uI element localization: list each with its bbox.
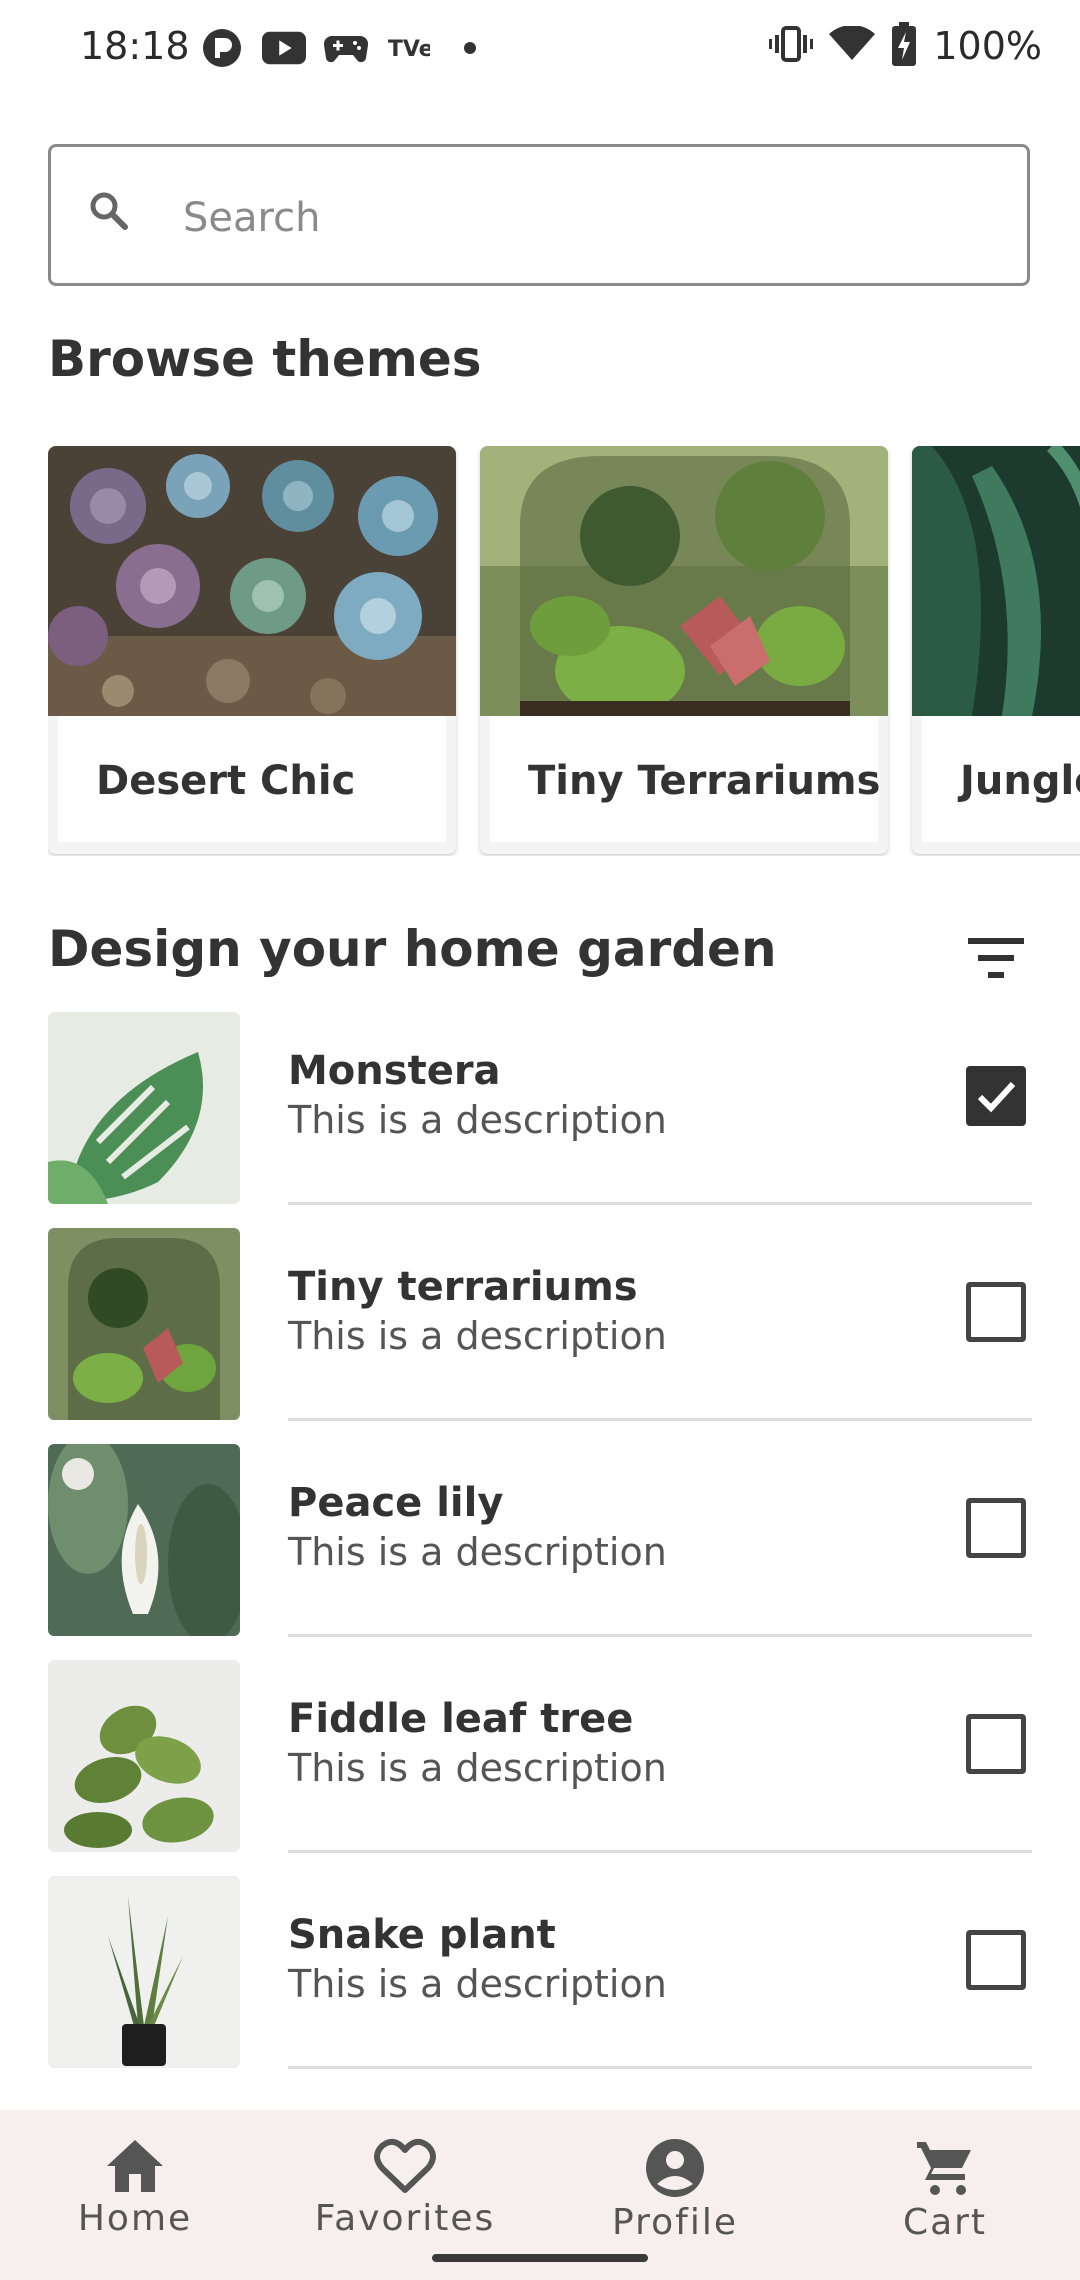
plant-checkbox[interactable] bbox=[966, 1714, 1026, 1774]
plant-checkbox[interactable] bbox=[966, 1066, 1026, 1126]
vibrate-icon bbox=[769, 26, 814, 66]
plant-checkbox[interactable] bbox=[966, 1282, 1026, 1342]
plant-checkbox[interactable] bbox=[966, 1498, 1026, 1558]
plant-name: Peace lily bbox=[288, 1480, 504, 1526]
garden-section-title: Design your home garden bbox=[48, 920, 777, 978]
tiny-terrariums-image bbox=[480, 446, 888, 716]
theme-label-box: Tiny Terrariums bbox=[490, 716, 881, 842]
snake-plant-thumbnail bbox=[48, 1876, 240, 2068]
list-divider bbox=[288, 2066, 1032, 2069]
status-bar: 18:18 TVer 100% bbox=[0, 0, 1080, 96]
tiny-terrariums-thumbnail bbox=[48, 1228, 240, 1420]
themes-carousel[interactable]: Desert Chic Tiny Terrariums Jungl bbox=[48, 446, 1080, 856]
plant-name: Monstera bbox=[288, 1048, 501, 1094]
search-input[interactable] bbox=[181, 181, 985, 255]
plant-description: This is a description bbox=[288, 1098, 667, 1142]
youtube-icon bbox=[262, 26, 306, 70]
gesture-handle[interactable] bbox=[432, 2254, 648, 2262]
list-divider bbox=[288, 1850, 1032, 1853]
nav-home-label: Home bbox=[77, 2198, 193, 2239]
theme-label-box: Desert Chic bbox=[58, 716, 446, 842]
nav-cart-label: Cart bbox=[902, 2202, 988, 2243]
notification-p-icon bbox=[200, 26, 244, 70]
nav-home[interactable]: Home bbox=[0, 2138, 270, 2239]
home-icon bbox=[0, 2138, 270, 2194]
peace-lily-thumbnail bbox=[48, 1444, 240, 1636]
tver-icon: TVer bbox=[386, 26, 430, 70]
plant-name: Tiny terrariums bbox=[288, 1264, 638, 1310]
nav-favorites-label: Favorites bbox=[314, 2198, 496, 2239]
search-bar[interactable] bbox=[48, 144, 1030, 286]
theme-label: Jungle bbox=[960, 758, 1080, 804]
theme-label: Desert Chic bbox=[96, 758, 356, 804]
list-item[interactable]: Monstera This is a description bbox=[0, 1012, 1080, 1228]
list-divider bbox=[288, 1202, 1032, 1205]
plant-description: This is a description bbox=[288, 1746, 667, 1790]
status-time: 18:18 bbox=[80, 24, 190, 68]
theme-card-tiny-terrariums[interactable]: Tiny Terrariums bbox=[480, 446, 888, 854]
theme-label-box: Jungle bbox=[922, 716, 1080, 842]
filter-button[interactable] bbox=[964, 930, 1028, 986]
status-system-icons: 100% bbox=[769, 22, 1042, 70]
battery-percent: 100% bbox=[933, 24, 1042, 68]
plant-checkbox[interactable] bbox=[966, 1930, 1026, 1990]
nav-cart[interactable]: Cart bbox=[810, 2138, 1080, 2243]
list-item[interactable]: Peace lily This is a description bbox=[0, 1444, 1080, 1660]
theme-card-jungle[interactable]: Jungle bbox=[912, 446, 1080, 854]
account-circle-icon bbox=[540, 2138, 810, 2198]
list-divider bbox=[288, 1634, 1032, 1637]
plant-description: This is a description bbox=[288, 1530, 667, 1574]
list-divider bbox=[288, 1418, 1032, 1421]
theme-card-desert-chic[interactable]: Desert Chic bbox=[48, 446, 456, 854]
nav-profile-label: Profile bbox=[612, 2202, 738, 2243]
nav-favorites[interactable]: Favorites bbox=[270, 2138, 540, 2239]
gamepad-icon bbox=[324, 26, 368, 70]
search-icon bbox=[89, 191, 129, 235]
browse-themes-title: Browse themes bbox=[48, 330, 482, 388]
nav-profile[interactable]: Profile bbox=[540, 2138, 810, 2243]
desert-chic-image bbox=[48, 446, 456, 716]
battery-icon bbox=[891, 22, 917, 70]
cart-icon bbox=[810, 2138, 1080, 2198]
plant-name: Fiddle leaf tree bbox=[288, 1696, 634, 1742]
theme-label: Tiny Terrariums bbox=[528, 758, 881, 804]
monstera-thumbnail bbox=[48, 1012, 240, 1204]
status-notification-icons: TVer bbox=[200, 26, 492, 70]
tver-text: TVer bbox=[388, 37, 430, 62]
dot-icon bbox=[448, 26, 492, 70]
plant-name: Snake plant bbox=[288, 1912, 556, 1958]
list-item[interactable]: Snake plant This is a description bbox=[0, 1876, 1080, 2092]
filter-icon bbox=[964, 938, 1028, 990]
list-item[interactable]: Fiddle leaf tree This is a description bbox=[0, 1660, 1080, 1876]
checkmark-icon bbox=[971, 1081, 1021, 1125]
wifi-icon bbox=[829, 25, 876, 66]
plant-description: This is a description bbox=[288, 1962, 667, 2006]
list-item[interactable]: Tiny terrariums This is a description bbox=[0, 1228, 1080, 1444]
fiddle-leaf-tree-thumbnail bbox=[48, 1660, 240, 1852]
jungle-image bbox=[912, 446, 1080, 716]
plant-description: This is a description bbox=[288, 1314, 667, 1358]
heart-icon bbox=[270, 2138, 540, 2194]
